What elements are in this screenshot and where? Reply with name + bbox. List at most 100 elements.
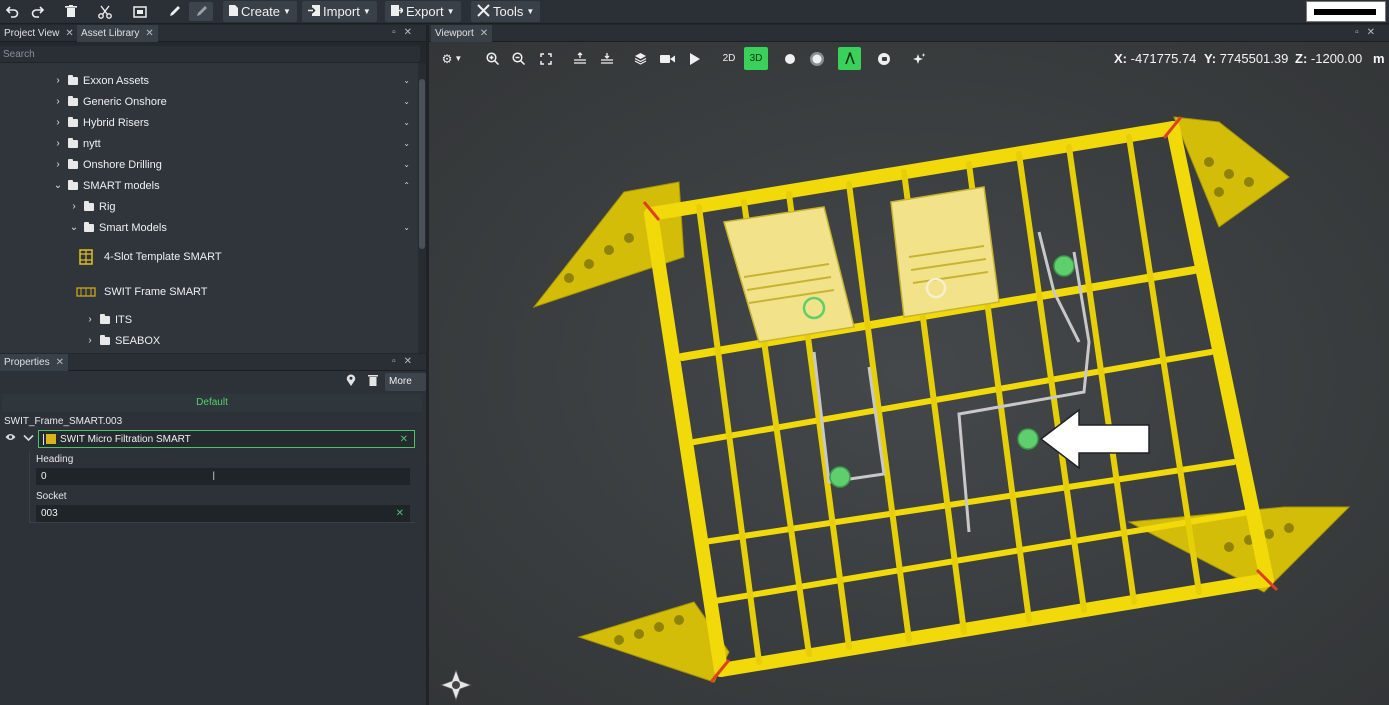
tab-properties[interactable]: Properties ✕ bbox=[0, 354, 68, 371]
chevron-right-icon[interactable]: › bbox=[52, 75, 64, 86]
tab-project-view[interactable]: Project View ✕ bbox=[0, 25, 78, 42]
tab-viewport[interactable]: Viewport ✕ bbox=[431, 25, 493, 42]
double-chevron-down-icon[interactable]: ⌄ bbox=[403, 118, 410, 127]
close-icon[interactable]: ✕ bbox=[145, 28, 153, 39]
tree-item-onshore-drilling[interactable]: › Onshore Drilling ⌄ bbox=[0, 154, 418, 175]
coord-y: Y: 7745501.39 bbox=[1204, 51, 1288, 66]
record-button[interactable] bbox=[872, 47, 895, 70]
coord-z-label: Z: bbox=[1295, 51, 1308, 66]
ruler-icon[interactable] bbox=[189, 2, 213, 21]
asset-tree: › Exxon Assets ⌄ › Generic Onshore ⌄ › Hybrid… bbox=[0, 63, 418, 353]
mode-2d-button[interactable]: 2D bbox=[717, 47, 741, 70]
trash-icon[interactable] bbox=[368, 374, 382, 388]
tree-item-its[interactable]: › ITS bbox=[0, 309, 418, 330]
seabed-button[interactable] bbox=[595, 47, 618, 70]
fit-view-button[interactable] bbox=[534, 47, 557, 70]
tree-item-swit-frame[interactable]: SWIT Frame SMART bbox=[0, 281, 418, 302]
tree-item-smart-models-sub[interactable]: ⌄ Smart Models ⌄ bbox=[0, 217, 418, 238]
scrollbar-thumb[interactable] bbox=[419, 79, 425, 249]
double-chevron-up-icon[interactable]: ⌃ bbox=[403, 181, 410, 190]
surface-button[interactable] bbox=[568, 47, 591, 70]
socket-input[interactable]: 003 ✕ bbox=[36, 505, 410, 522]
tree-item-label: SWIT Frame SMART bbox=[104, 285, 208, 298]
play-button[interactable] bbox=[683, 47, 706, 70]
close-icon[interactable]: ✕ bbox=[480, 28, 488, 39]
double-chevron-down-icon[interactable]: ⌄ bbox=[403, 160, 410, 169]
folder-icon bbox=[68, 179, 78, 190]
tree-item-hybrid-risers[interactable]: › Hybrid Risers ⌄ bbox=[0, 112, 418, 133]
play-icon bbox=[689, 52, 700, 65]
double-chevron-down-icon[interactable]: ⌄ bbox=[403, 139, 410, 148]
panel-window-controls[interactable]: ▫✕ bbox=[392, 27, 420, 38]
close-icon[interactable]: ✕ bbox=[65, 28, 73, 39]
tree-item-label: Exxon Assets bbox=[83, 74, 150, 87]
frame-thumbnail-icon bbox=[76, 286, 96, 297]
model-field-value: SWIT Micro Filtration SMART bbox=[60, 433, 191, 445]
tree-item-nytt[interactable]: › nytt ⌄ bbox=[0, 133, 418, 154]
chevron-down-icon[interactable]: ⌄ bbox=[52, 180, 64, 191]
tree-item-smart-models[interactable]: ⌄ SMART models ⌃ bbox=[0, 175, 418, 196]
light-sphere-icon bbox=[809, 51, 824, 66]
chevron-down-icon[interactable]: ⌄ bbox=[68, 222, 80, 233]
socket-label: Socket bbox=[36, 491, 67, 502]
tree-scrollbar[interactable] bbox=[418, 63, 426, 353]
camera-button[interactable] bbox=[656, 47, 679, 70]
tree-item-rig[interactable]: › Rig bbox=[0, 196, 418, 217]
tab-viewport-label: Viewport bbox=[435, 28, 474, 39]
double-chevron-down-icon[interactable]: ⌄ bbox=[403, 97, 410, 106]
compass-tool-button[interactable] bbox=[838, 47, 861, 70]
clear-icon[interactable]: ✕ bbox=[400, 434, 408, 445]
import-menu[interactable]: Import ▼ bbox=[302, 1, 377, 22]
folder-icon bbox=[84, 200, 94, 211]
coord-x: X: -471775.74 bbox=[1114, 51, 1196, 66]
chevron-right-icon[interactable]: › bbox=[84, 314, 96, 325]
sphere-button[interactable] bbox=[778, 47, 801, 70]
chevron-right-icon[interactable]: › bbox=[52, 117, 64, 128]
chevron-right-icon[interactable]: › bbox=[52, 159, 64, 170]
mode-3d-button[interactable]: 3D bbox=[744, 47, 768, 70]
chevron-right-icon[interactable]: › bbox=[84, 335, 96, 346]
chevron-right-icon[interactable]: › bbox=[52, 96, 64, 107]
undo-icon[interactable] bbox=[0, 2, 24, 21]
subsea-frame-3d-model[interactable] bbox=[429, 42, 1389, 705]
tree-item-exxon-assets[interactable]: › Exxon Assets ⌄ bbox=[0, 70, 418, 91]
tree-item-seabox[interactable]: › SEABOX bbox=[0, 330, 418, 351]
layers-button[interactable] bbox=[629, 47, 652, 70]
default-label[interactable]: Default bbox=[2, 394, 422, 412]
redo-icon[interactable] bbox=[25, 2, 49, 21]
tree-item-4-slot-template[interactable]: 4-Slot Template SMART bbox=[0, 246, 418, 267]
trash-icon[interactable] bbox=[59, 2, 83, 21]
double-chevron-down-icon[interactable]: ⌄ bbox=[403, 223, 410, 232]
more-button[interactable]: More ▼ bbox=[385, 373, 426, 404]
lighting-button[interactable] bbox=[805, 47, 828, 70]
tree-item-generic-onshore[interactable]: › Generic Onshore ⌄ bbox=[0, 91, 418, 112]
scissors-icon[interactable] bbox=[93, 2, 117, 21]
frame-icon[interactable] bbox=[128, 2, 152, 21]
export-menu[interactable]: Export ▼ bbox=[385, 1, 461, 22]
model-select-field[interactable]: SWIT Micro Filtration SMART ✕ bbox=[38, 430, 415, 448]
tools-menu-label: Tools bbox=[493, 4, 524, 19]
eye-icon[interactable] bbox=[5, 433, 16, 444]
tab-asset-library[interactable]: Asset Library ✕ bbox=[77, 25, 158, 42]
settings-button[interactable]: ⚙ ▼ bbox=[437, 47, 467, 70]
panel-window-controls[interactable]: ▫✕ bbox=[392, 356, 420, 367]
zoom-in-button[interactable] bbox=[481, 47, 504, 70]
zoom-out-button[interactable] bbox=[507, 47, 530, 70]
pencil-icon[interactable] bbox=[162, 2, 186, 21]
heading-input[interactable]: 0 bbox=[36, 468, 410, 485]
pin-icon[interactable] bbox=[346, 374, 360, 388]
chevron-right-icon[interactable]: › bbox=[52, 138, 64, 149]
chevron-right-icon[interactable]: › bbox=[68, 201, 80, 212]
user-account-box[interactable] bbox=[1306, 1, 1386, 22]
clear-icon[interactable]: ✕ bbox=[396, 505, 404, 522]
search-input[interactable]: Search bbox=[0, 46, 420, 63]
create-menu[interactable]: Create ▼ bbox=[223, 1, 297, 22]
tools-menu[interactable]: Tools ▼ bbox=[471, 1, 541, 22]
tree-item-label: SEABOX bbox=[115, 334, 161, 347]
double-chevron-down-icon[interactable]: ⌄ bbox=[403, 76, 410, 85]
close-icon[interactable]: ✕ bbox=[56, 357, 64, 368]
panel-window-controls[interactable]: ▫✕ bbox=[1355, 27, 1383, 38]
effects-button[interactable] bbox=[907, 47, 930, 70]
heading-label: Heading bbox=[36, 454, 74, 465]
chevron-down-icon[interactable] bbox=[23, 433, 34, 445]
